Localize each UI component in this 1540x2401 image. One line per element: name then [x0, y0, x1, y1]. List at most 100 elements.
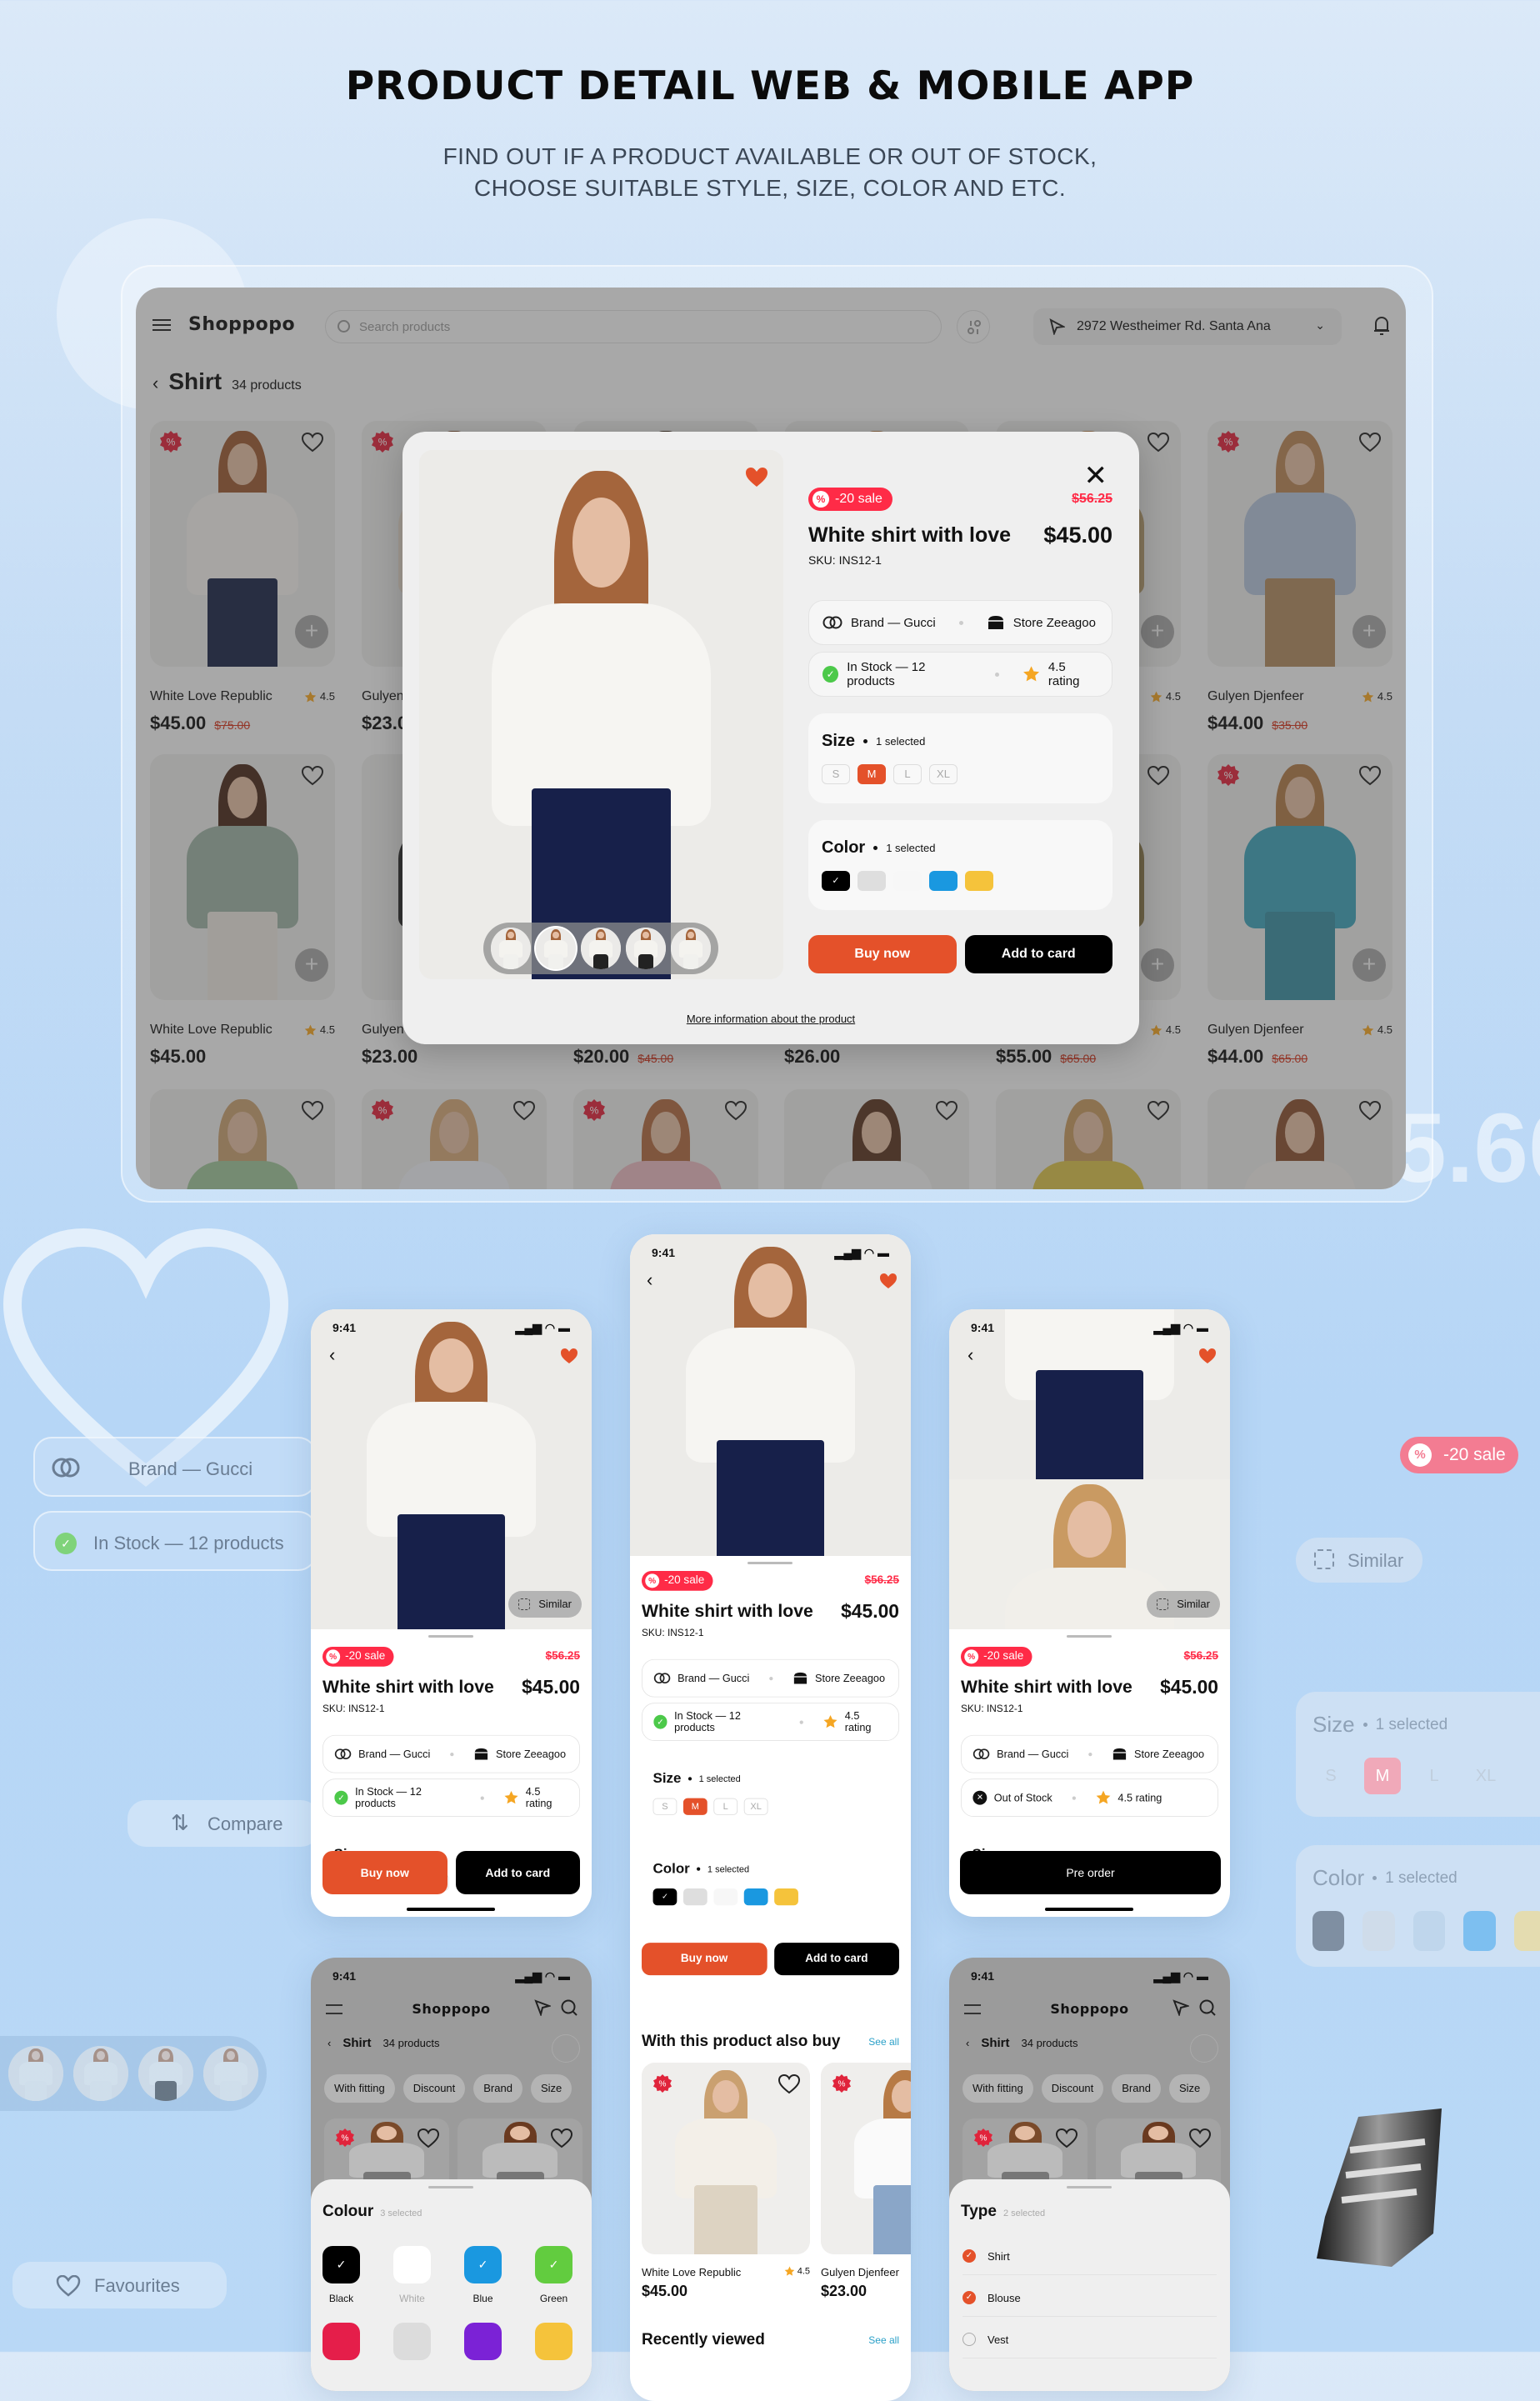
brand-link[interactable]: Brand — Gucci — [678, 1672, 749, 1683]
sale-badge: % -20 sale — [961, 1647, 1032, 1667]
type-option[interactable]: ✓ Blouse — [962, 2291, 1217, 2317]
filter-chip[interactable]: With fitting — [962, 2074, 1033, 2103]
filter-chip[interactable]: Size — [1168, 2074, 1211, 2103]
favourites-button[interactable]: Favourites — [12, 2262, 227, 2308]
filter-button[interactable] — [552, 2034, 580, 2063]
filter-chip[interactable]: Size — [530, 2074, 572, 2103]
size-option-s[interactable]: S — [822, 764, 850, 784]
store-link[interactable]: Store Zeeagoo — [496, 1748, 566, 1759]
buy-now-button[interactable]: Buy now — [642, 1943, 768, 1976]
also-buy-card[interactable]: % White Love Republic 4.5 $45.00 — [642, 2063, 810, 2299]
color-swatch[interactable] — [929, 871, 958, 891]
store-link[interactable]: Store Zeeagoo — [815, 1672, 885, 1683]
location-arrow-icon[interactable] — [1172, 1999, 1189, 2016]
size-option-xl[interactable]: XL — [929, 764, 958, 784]
add-to-card-button[interactable]: Add to card — [455, 1851, 580, 1894]
search-icon[interactable] — [1199, 1999, 1216, 2016]
colour-option[interactable] — [322, 2323, 360, 2360]
type-option[interactable]: ✓ Shirt — [962, 2249, 1217, 2275]
color-swatch[interactable]: ✓ — [822, 871, 850, 891]
close-icon[interactable]: ✕ — [1084, 462, 1108, 490]
recently-viewed-see-all[interactable]: See all — [868, 2334, 899, 2346]
size-option-l[interactable]: L — [893, 764, 922, 784]
favorite-heart-outline-icon[interactable] — [1056, 2128, 1078, 2148]
colour-option[interactable]: ✓ — [535, 2246, 572, 2283]
similar-button[interactable]: Similar — [1147, 1591, 1220, 1618]
filter-chip[interactable]: Discount — [1041, 2074, 1104, 2103]
colour-option[interactable]: ✓ — [464, 2246, 502, 2283]
favorite-heart-outline-icon[interactable] — [551, 2128, 572, 2148]
store-link[interactable]: Store Zeeagoo — [1134, 1748, 1204, 1759]
add-to-card-button[interactable]: Add to card — [773, 1943, 899, 1976]
type-option[interactable]: Vest — [962, 2333, 1217, 2358]
search-icon[interactable] — [561, 1999, 578, 2016]
sheet-handle[interactable] — [428, 2186, 473, 2188]
filter-button[interactable] — [1190, 2034, 1218, 2063]
gallery-thumbnail[interactable] — [626, 928, 666, 969]
back-icon[interactable]: ‹ — [966, 2037, 969, 2049]
favorite-heart-filled-icon[interactable] — [560, 1348, 578, 1364]
colour-option[interactable]: ✓ — [322, 2246, 360, 2283]
color-swatch[interactable]: ✓ — [652, 1888, 678, 1906]
page-title: PRODUCT DETAIL WEB & MOBILE APP — [345, 63, 1195, 109]
color-swatch[interactable] — [858, 871, 886, 891]
floating-similar-button[interactable]: Similar — [1296, 1538, 1422, 1583]
favorite-heart-filled-icon[interactable] — [1198, 1348, 1217, 1364]
also-buy-see-all[interactable]: See all — [868, 2036, 899, 2048]
gallery-thumbnail[interactable] — [671, 928, 711, 969]
floating-brand-pill: Brand — Gucci — [33, 1437, 317, 1497]
filter-chip[interactable]: Brand — [1112, 2074, 1161, 2103]
size-option-s[interactable]: S — [652, 1798, 678, 1815]
size-option-l[interactable]: L — [713, 1798, 738, 1815]
color-swatch[interactable] — [682, 1888, 708, 1906]
size-option-m[interactable]: M — [682, 1798, 708, 1815]
color-swatch[interactable] — [774, 1888, 798, 1906]
location-arrow-icon[interactable] — [534, 1999, 551, 2016]
favorite-heart-outline-icon[interactable] — [418, 2128, 439, 2148]
size-option-xl[interactable]: XL — [743, 1798, 768, 1815]
brand-link[interactable]: Brand — Gucci — [851, 616, 936, 630]
compare-button[interactable]: ⇅ Compare — [128, 1800, 319, 1847]
also-buy-card[interactable]: % Gulyen Djenfeer $23.00 — [821, 2063, 911, 2299]
more-info-link[interactable]: More information about the product — [402, 1013, 1139, 1025]
back-icon[interactable]: ‹ — [647, 1269, 652, 1291]
filter-chip[interactable]: Discount — [402, 2074, 466, 2103]
color-swatch[interactable] — [743, 1888, 768, 1906]
colour-option[interactable] — [393, 2323, 431, 2360]
brand-link[interactable]: Brand — Gucci — [358, 1748, 430, 1759]
color-swatch[interactable] — [965, 871, 993, 891]
favorite-heart-filled-icon[interactable] — [745, 467, 768, 488]
similar-button[interactable]: Similar — [508, 1591, 582, 1618]
gallery-thumbnail[interactable] — [536, 928, 576, 969]
gallery-thumbnail[interactable] — [581, 928, 621, 969]
colour-option[interactable] — [535, 2323, 572, 2360]
favorite-heart-outline-icon[interactable] — [778, 2074, 800, 2094]
colour-option[interactable] — [464, 2323, 502, 2360]
size-option-m[interactable]: M — [858, 764, 886, 784]
pre-order-button[interactable]: Pre order — [960, 1851, 1221, 1894]
colour-option[interactable] — [393, 2246, 431, 2283]
product-name: White shirt with love — [642, 1601, 813, 1622]
color-swatch[interactable] — [893, 871, 922, 891]
sheet-handle[interactable] — [1067, 1635, 1112, 1638]
back-icon[interactable]: ‹ — [329, 1344, 335, 1366]
sheet-handle[interactable] — [748, 1562, 792, 1564]
color-swatch[interactable] — [713, 1888, 738, 1906]
svg-text:%: % — [659, 2080, 667, 2089]
favorite-heart-outline-icon[interactable] — [1189, 2128, 1211, 2148]
brand-link[interactable]: Brand — Gucci — [997, 1748, 1068, 1759]
store-icon — [474, 1748, 488, 1760]
add-to-card-button[interactable]: Add to card — [964, 935, 1112, 973]
back-icon[interactable]: ‹ — [328, 2037, 331, 2049]
category-title: Shirt — [981, 2036, 1010, 2050]
buy-now-button[interactable]: Buy now — [808, 935, 957, 973]
sheet-handle[interactable] — [1067, 2186, 1112, 2188]
favorite-heart-filled-icon[interactable] — [879, 1273, 898, 1289]
buy-now-button[interactable]: Buy now — [322, 1851, 448, 1894]
gallery-thumbnail[interactable] — [491, 928, 531, 969]
filter-chip[interactable]: With fitting — [324, 2074, 395, 2103]
back-icon[interactable]: ‹ — [968, 1344, 973, 1366]
sheet-handle[interactable] — [428, 1635, 473, 1638]
filter-chip[interactable]: Brand — [473, 2074, 522, 2103]
store-link[interactable]: Store Zeeagoo — [1013, 616, 1096, 630]
